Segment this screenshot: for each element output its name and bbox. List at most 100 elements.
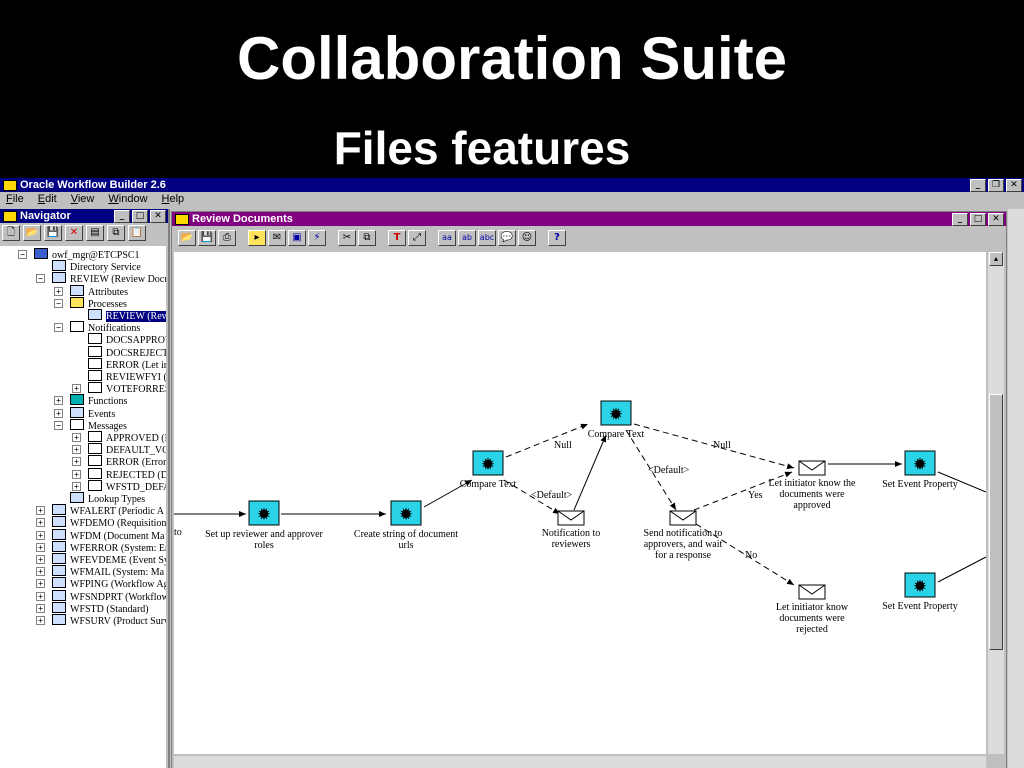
tree-item[interactable]: + WFEVDEME (Event Sy bbox=[36, 553, 166, 566]
navigator-minimize-button[interactable]: _ bbox=[114, 210, 130, 223]
expand-icon[interactable]: + bbox=[36, 506, 45, 516]
tree-item[interactable]: REVIEW (Revi bbox=[88, 309, 166, 322]
collapse-icon[interactable]: − bbox=[36, 274, 45, 284]
tree-item[interactable]: + WFDM (Document Ma bbox=[36, 528, 164, 542]
tree-item[interactable]: + WFMAIL (System: Ma bbox=[36, 565, 164, 578]
comment-icon[interactable]: 💬 bbox=[498, 230, 516, 246]
close-button[interactable]: ✕ bbox=[1006, 179, 1022, 192]
expand-icon[interactable]: + bbox=[36, 579, 45, 589]
tree-item[interactable]: + WFSNDPRT (Workflow bbox=[36, 589, 166, 603]
expand-icon[interactable]: + bbox=[36, 530, 45, 540]
expand-icon[interactable]: + bbox=[72, 433, 81, 442]
menu-view[interactable]: View bbox=[71, 192, 95, 207]
new-process-icon[interactable]: ▸ bbox=[248, 230, 266, 246]
font-icon[interactable]: aa bbox=[438, 230, 456, 246]
tree-item[interactable]: Lookup Types bbox=[70, 492, 145, 505]
tree-item[interactable]: + WFSTD_DEFA bbox=[72, 479, 166, 493]
node-notif[interactable]: Notification to reviewers bbox=[542, 510, 601, 550]
navigator-title-bar[interactable]: Navigator _ □ ✕ bbox=[0, 209, 168, 223]
node-setev2[interactable]: ✹ Set Event Property bbox=[882, 572, 958, 612]
navigator-tree[interactable]: − owf_mgr@ETCPSC1 Directory Service − REVIEW… bbox=[0, 246, 166, 768]
node-setev1[interactable]: ✹ Set Event Property bbox=[882, 450, 958, 490]
new-notification-icon[interactable]: ✉ bbox=[268, 230, 286, 246]
expand-icon[interactable]: + bbox=[72, 384, 81, 394]
menu-help[interactable]: Help bbox=[162, 192, 185, 207]
minimize-button[interactable]: _ bbox=[970, 179, 986, 192]
collapse-icon[interactable]: − bbox=[18, 250, 27, 259]
tree-item[interactable]: − Messages bbox=[54, 418, 127, 432]
tree-item[interactable]: + APPROVED (D bbox=[72, 431, 166, 444]
open-icon[interactable]: 📂 bbox=[178, 230, 196, 246]
help-icon[interactable]: ? bbox=[548, 230, 566, 246]
collapse-icon[interactable]: − bbox=[54, 323, 63, 333]
label-icon[interactable]: abc bbox=[478, 230, 496, 246]
open-icon[interactable]: 📂 bbox=[23, 225, 41, 241]
tree-item[interactable]: + Attributes bbox=[54, 284, 128, 298]
expand-icon[interactable]: + bbox=[36, 591, 45, 601]
node-cmp2[interactable]: ✹ Compare Text bbox=[588, 400, 645, 440]
expand-icon[interactable]: + bbox=[72, 469, 81, 479]
tree-item[interactable]: + Events bbox=[54, 406, 115, 420]
tree-item[interactable]: + WFSTD (Standard) bbox=[36, 601, 149, 615]
tree-item[interactable]: + WFSURV (Product Surv bbox=[36, 614, 166, 627]
process-diagram-canvas[interactable]: Null Null <Default> <Default> Yes No to … bbox=[174, 252, 986, 754]
scroll-up-arrow-icon[interactable]: ▲ bbox=[989, 252, 1003, 266]
tree-item[interactable]: + WFPING (Workflow Ag bbox=[36, 577, 166, 590]
expand-icon[interactable]: + bbox=[36, 555, 45, 564]
new-event-icon[interactable]: ⚡ bbox=[308, 230, 326, 246]
save-icon[interactable]: 💾 bbox=[44, 225, 62, 241]
process-close-button[interactable]: ✕ bbox=[988, 213, 1004, 226]
node-send[interactable]: Send notification to approvers, and wait f… bbox=[644, 510, 723, 561]
transition-icon[interactable]: ⤢ bbox=[408, 230, 426, 246]
tree-item[interactable]: +REJECTED (Do bbox=[72, 467, 166, 481]
app-title-bar[interactable]: Oracle Workflow Builder 2.6 _ ❐ ✕ bbox=[0, 178, 1024, 192]
tree-item[interactable]: − owf_mgr@ETCPSC1 bbox=[18, 248, 140, 261]
collapse-icon[interactable]: − bbox=[54, 420, 63, 430]
expand-icon[interactable]: + bbox=[54, 286, 63, 296]
tree-item[interactable]: − Notifications bbox=[54, 321, 140, 334]
scroll-thumb[interactable] bbox=[989, 394, 1003, 650]
canvas-vertical-scrollbar[interactable]: ▲ bbox=[988, 252, 1004, 754]
menu-window[interactable]: Window bbox=[108, 192, 147, 207]
expand-icon[interactable]: + bbox=[54, 396, 63, 406]
expand-icon[interactable]: + bbox=[72, 457, 81, 467]
expand-icon[interactable]: + bbox=[36, 518, 45, 528]
process-minimize-button[interactable]: _ bbox=[952, 213, 968, 226]
tree-item[interactable]: − Processes bbox=[54, 296, 127, 310]
process-title-bar[interactable]: Review Documents _ □ ✕ bbox=[172, 212, 1006, 226]
tree-item[interactable]: + Functions bbox=[54, 394, 127, 407]
node-create[interactable]: ✹ Create string of document urls bbox=[354, 500, 458, 551]
expand-icon[interactable]: + bbox=[36, 567, 45, 577]
font-bold-icon[interactable]: ab bbox=[458, 230, 476, 246]
copy-icon[interactable]: ⧉ bbox=[107, 225, 125, 241]
tree-item[interactable]: REVIEWFYI (N bbox=[88, 370, 166, 383]
tree-item[interactable]: DOCSAPPROV bbox=[88, 333, 166, 346]
app-vertical-scrollbar[interactable] bbox=[1008, 209, 1024, 768]
delete-icon[interactable]: ✕ bbox=[65, 225, 83, 241]
node-cmp1[interactable]: ✹ Compare Text bbox=[460, 450, 517, 490]
restore-button[interactable]: ❐ bbox=[988, 179, 1004, 192]
expand-icon[interactable]: + bbox=[72, 481, 81, 491]
expand-icon[interactable]: + bbox=[36, 542, 45, 552]
tree-item[interactable]: DOCSREJECTE bbox=[88, 345, 166, 359]
navigator-close-button[interactable]: ✕ bbox=[150, 210, 166, 223]
node-start[interactable]: ✹ Set up reviewer and approver roles bbox=[205, 500, 324, 551]
node-letno[interactable]: Let initiator know documents were rejected bbox=[776, 584, 849, 635]
save-icon[interactable]: 💾 bbox=[198, 230, 216, 246]
tree-item[interactable]: Directory Service bbox=[52, 260, 141, 273]
new-function-icon[interactable]: ▣ bbox=[288, 230, 306, 246]
cut-icon[interactable]: ✂ bbox=[338, 230, 356, 246]
tree-item[interactable]: +VOTEFORRESU bbox=[72, 382, 166, 395]
navigator-maximize-button[interactable]: □ bbox=[132, 210, 148, 223]
tree-item[interactable]: − REVIEW (Review Docu bbox=[36, 272, 166, 285]
new-icon[interactable]: 🗋 bbox=[2, 225, 20, 241]
process-maximize-button[interactable]: □ bbox=[970, 213, 986, 226]
collapse-icon[interactable]: − bbox=[54, 298, 63, 308]
tree-item[interactable]: + WFDEMO (Requisition) bbox=[36, 516, 166, 529]
tree-item[interactable]: + WFALERT (Periodic A bbox=[36, 504, 164, 517]
print-icon[interactable]: ⎙ bbox=[218, 230, 236, 246]
expand-icon[interactable]: + bbox=[72, 445, 81, 455]
expand-icon[interactable]: + bbox=[54, 408, 63, 418]
text-icon[interactable]: T bbox=[388, 230, 406, 246]
expand-icon[interactable]: + bbox=[36, 616, 45, 625]
